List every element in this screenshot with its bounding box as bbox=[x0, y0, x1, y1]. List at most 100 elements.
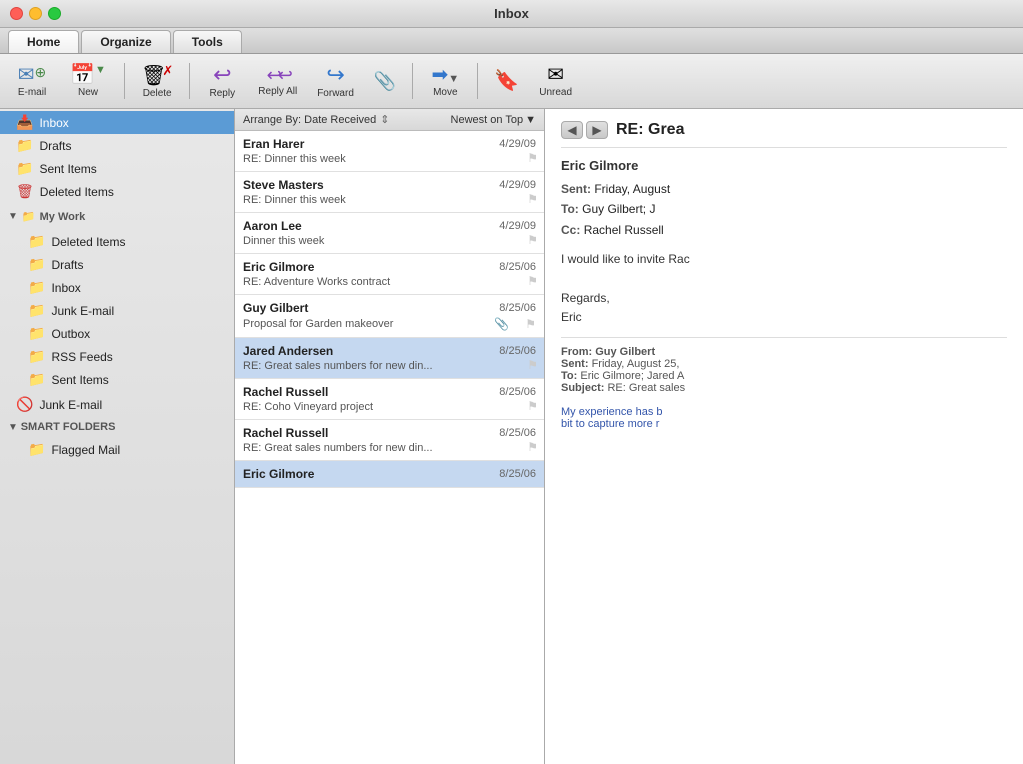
my-work-label: My Work bbox=[40, 211, 86, 223]
email-item-selected[interactable]: Jared Andersen 8/25/06 RE: Great sales n… bbox=[235, 338, 544, 379]
email-item[interactable]: Guy Gilbert 8/25/06 Proposal for Garden … bbox=[235, 295, 544, 338]
sidebar-item-mw-inbox[interactable]: 📁 Inbox bbox=[0, 276, 234, 299]
separator-4 bbox=[477, 63, 478, 99]
preview-quoted: From: Guy Gilbert Sent: Friday, August 2… bbox=[561, 337, 1007, 430]
tab-home[interactable]: Home bbox=[8, 30, 79, 53]
email-item[interactable]: Eric Gilmore 8/25/06 bbox=[235, 461, 544, 488]
sidebar-item-sent[interactable]: 📁 Sent Items bbox=[0, 157, 234, 180]
maximize-button[interactable] bbox=[48, 7, 61, 20]
sidebar-item-mw-rss[interactable]: 📁 RSS Feeds bbox=[0, 345, 234, 368]
email-item[interactable]: Eran Harer 4/29/09 RE: Dinner this week … bbox=[235, 131, 544, 172]
quoted-subject: Subject: RE: Great sales bbox=[561, 382, 1007, 394]
preview-next-button[interactable]: ▶ bbox=[586, 121, 608, 139]
email-date: 4/29/09 bbox=[499, 220, 536, 232]
reply-all-button[interactable]: ↩↩ Reply All bbox=[250, 58, 305, 104]
main-folder-section: 📥 Inbox 📁 Drafts 📁 Sent Items 🗑 Deleted … bbox=[0, 109, 234, 205]
reply-icon: ↩ bbox=[213, 64, 231, 86]
arrange-by-area[interactable]: Arrange By: Date Received ⇕ bbox=[243, 113, 390, 126]
preview-body-text: I would like to invite Rac bbox=[561, 250, 1007, 269]
mw-junk-icon: 📁 bbox=[28, 302, 45, 319]
email-button[interactable]: ✉⊕ E-mail bbox=[8, 58, 56, 104]
mw-inbox-icon: 📁 bbox=[28, 279, 45, 296]
reply-all-icon: ↩↩ bbox=[267, 66, 289, 84]
tab-tools[interactable]: Tools bbox=[173, 30, 242, 53]
sidebar-item-deleted[interactable]: 🗑 Deleted Items bbox=[0, 180, 234, 203]
arrange-sort-icon: ⇕ bbox=[380, 113, 389, 126]
delete-icon: 🗑✗ bbox=[141, 64, 173, 86]
delete-button[interactable]: 🗑✗ Delete bbox=[133, 58, 181, 104]
sort-order-arrow: ▼ bbox=[525, 114, 536, 126]
email-sender: Eric Gilmore bbox=[243, 260, 314, 274]
email-item[interactable]: Rachel Russell 8/25/06 RE: Coho Vineyard… bbox=[235, 379, 544, 420]
email-item[interactable]: Steve Masters 4/29/09 RE: Dinner this we… bbox=[235, 172, 544, 213]
forward-button[interactable]: ↪ Forward bbox=[309, 58, 362, 104]
flagged-mail-icon: 📁 bbox=[28, 441, 45, 458]
sent-icon: 📁 bbox=[16, 160, 33, 177]
sidebar-item-drafts[interactable]: 📁 Drafts bbox=[0, 134, 234, 157]
preview-body: I would like to invite Rac Regards,Eric bbox=[561, 250, 1007, 327]
new-button[interactable]: 📅▼ New bbox=[60, 58, 116, 104]
preview-sent: Sent: Friday, August bbox=[561, 179, 1007, 199]
smart-folders-header: ▼ SMART FOLDERS bbox=[0, 416, 234, 438]
email-date: 8/25/06 bbox=[499, 386, 536, 398]
smart-folders-chevron: ▼ bbox=[8, 422, 21, 433]
window-title: Inbox bbox=[494, 6, 529, 21]
email-item[interactable]: Aaron Lee 4/29/09 Dinner this week ⚑ bbox=[235, 213, 544, 254]
email-sender: Rachel Russell bbox=[243, 426, 328, 440]
title-bar: Inbox bbox=[0, 0, 1023, 28]
sidebar-item-mw-outbox[interactable]: 📁 Outbox bbox=[0, 322, 234, 345]
mark-button[interactable]: 🔖 bbox=[486, 58, 527, 104]
email-subject: RE: Dinner this week bbox=[243, 194, 536, 206]
minimize-button[interactable] bbox=[29, 7, 42, 20]
reply-button[interactable]: ↩ Reply bbox=[198, 58, 246, 104]
sidebar-item-flagged-mail[interactable]: 📁 Flagged Mail bbox=[0, 438, 234, 461]
mw-sent-icon: 📁 bbox=[28, 371, 45, 388]
email-flag-icon: ⚑ bbox=[527, 233, 538, 247]
quoted-body: My experience has b bit to capture more … bbox=[561, 406, 1007, 430]
attach-button[interactable]: 📎 bbox=[366, 58, 404, 104]
email-list: Arrange By: Date Received ⇕ Newest on To… bbox=[235, 109, 545, 764]
tab-organize[interactable]: Organize bbox=[81, 30, 170, 53]
email-date: 4/29/09 bbox=[499, 179, 536, 191]
quoted-from: From: Guy Gilbert bbox=[561, 346, 1007, 358]
my-work-group-header[interactable]: ▼ 📁 My Work bbox=[0, 205, 234, 228]
unread-icon: ✉ bbox=[547, 65, 564, 85]
sidebar-item-junk[interactable]: 🚫 Junk E-mail bbox=[0, 393, 234, 416]
email-flag-icon: ⚑ bbox=[527, 274, 538, 288]
unread-button-label: Unread bbox=[539, 87, 572, 98]
sidebar-item-inbox[interactable]: 📥 Inbox bbox=[0, 111, 234, 134]
email-item[interactable]: Rachel Russell 8/25/06 RE: Great sales n… bbox=[235, 420, 544, 461]
move-button[interactable]: ➡▼ Move bbox=[421, 58, 469, 104]
email-date: 8/25/06 bbox=[499, 302, 536, 314]
sidebar-item-mw-junk[interactable]: 📁 Junk E-mail bbox=[0, 299, 234, 322]
forward-icon: ↪ bbox=[326, 64, 344, 86]
email-list-body: Eran Harer 4/29/09 RE: Dinner this week … bbox=[235, 131, 544, 764]
separator-1 bbox=[124, 63, 125, 99]
sidebar-item-mw-deleted[interactable]: 📁 Deleted Items bbox=[0, 230, 234, 253]
my-work-chevron: ▼ bbox=[8, 211, 18, 222]
unread-button[interactable]: ✉ Unread bbox=[531, 58, 580, 104]
email-subject: Proposal for Garden makeover bbox=[243, 318, 393, 330]
arrange-by-label: Arrange By: Date Received bbox=[243, 114, 376, 126]
mw-drafts-icon: 📁 bbox=[28, 256, 45, 273]
sort-order-area[interactable]: Newest on Top ▼ bbox=[451, 114, 536, 126]
email-sender: Steve Masters bbox=[243, 178, 324, 192]
preview-to: To: Guy Gilbert; J bbox=[561, 199, 1007, 219]
email-item[interactable]: Eric Gilmore 8/25/06 RE: Adventure Works… bbox=[235, 254, 544, 295]
close-button[interactable] bbox=[10, 7, 23, 20]
email-date: 8/25/06 bbox=[499, 427, 536, 439]
deleted-icon: 🗑 bbox=[16, 183, 34, 200]
sidebar-item-mw-drafts[interactable]: 📁 Drafts bbox=[0, 253, 234, 276]
separator-2 bbox=[189, 63, 190, 99]
email-button-label: E-mail bbox=[18, 87, 46, 98]
folder-icon: 📁 bbox=[22, 210, 36, 223]
email-sender: Eric Gilmore bbox=[243, 467, 314, 481]
mark-icon: 🔖 bbox=[494, 71, 519, 91]
preview-prev-button[interactable]: ◀ bbox=[561, 121, 583, 139]
ribbon-tabs: Home Organize Tools bbox=[0, 28, 1023, 54]
sidebar-item-mw-sent[interactable]: 📁 Sent Items bbox=[0, 368, 234, 391]
preview-meta: Sent: Friday, August To: Guy Gilbert; J … bbox=[561, 179, 1007, 240]
email-date: 8/25/06 bbox=[499, 261, 536, 273]
reply-button-label: Reply bbox=[210, 88, 236, 99]
delete-button-label: Delete bbox=[143, 88, 172, 99]
